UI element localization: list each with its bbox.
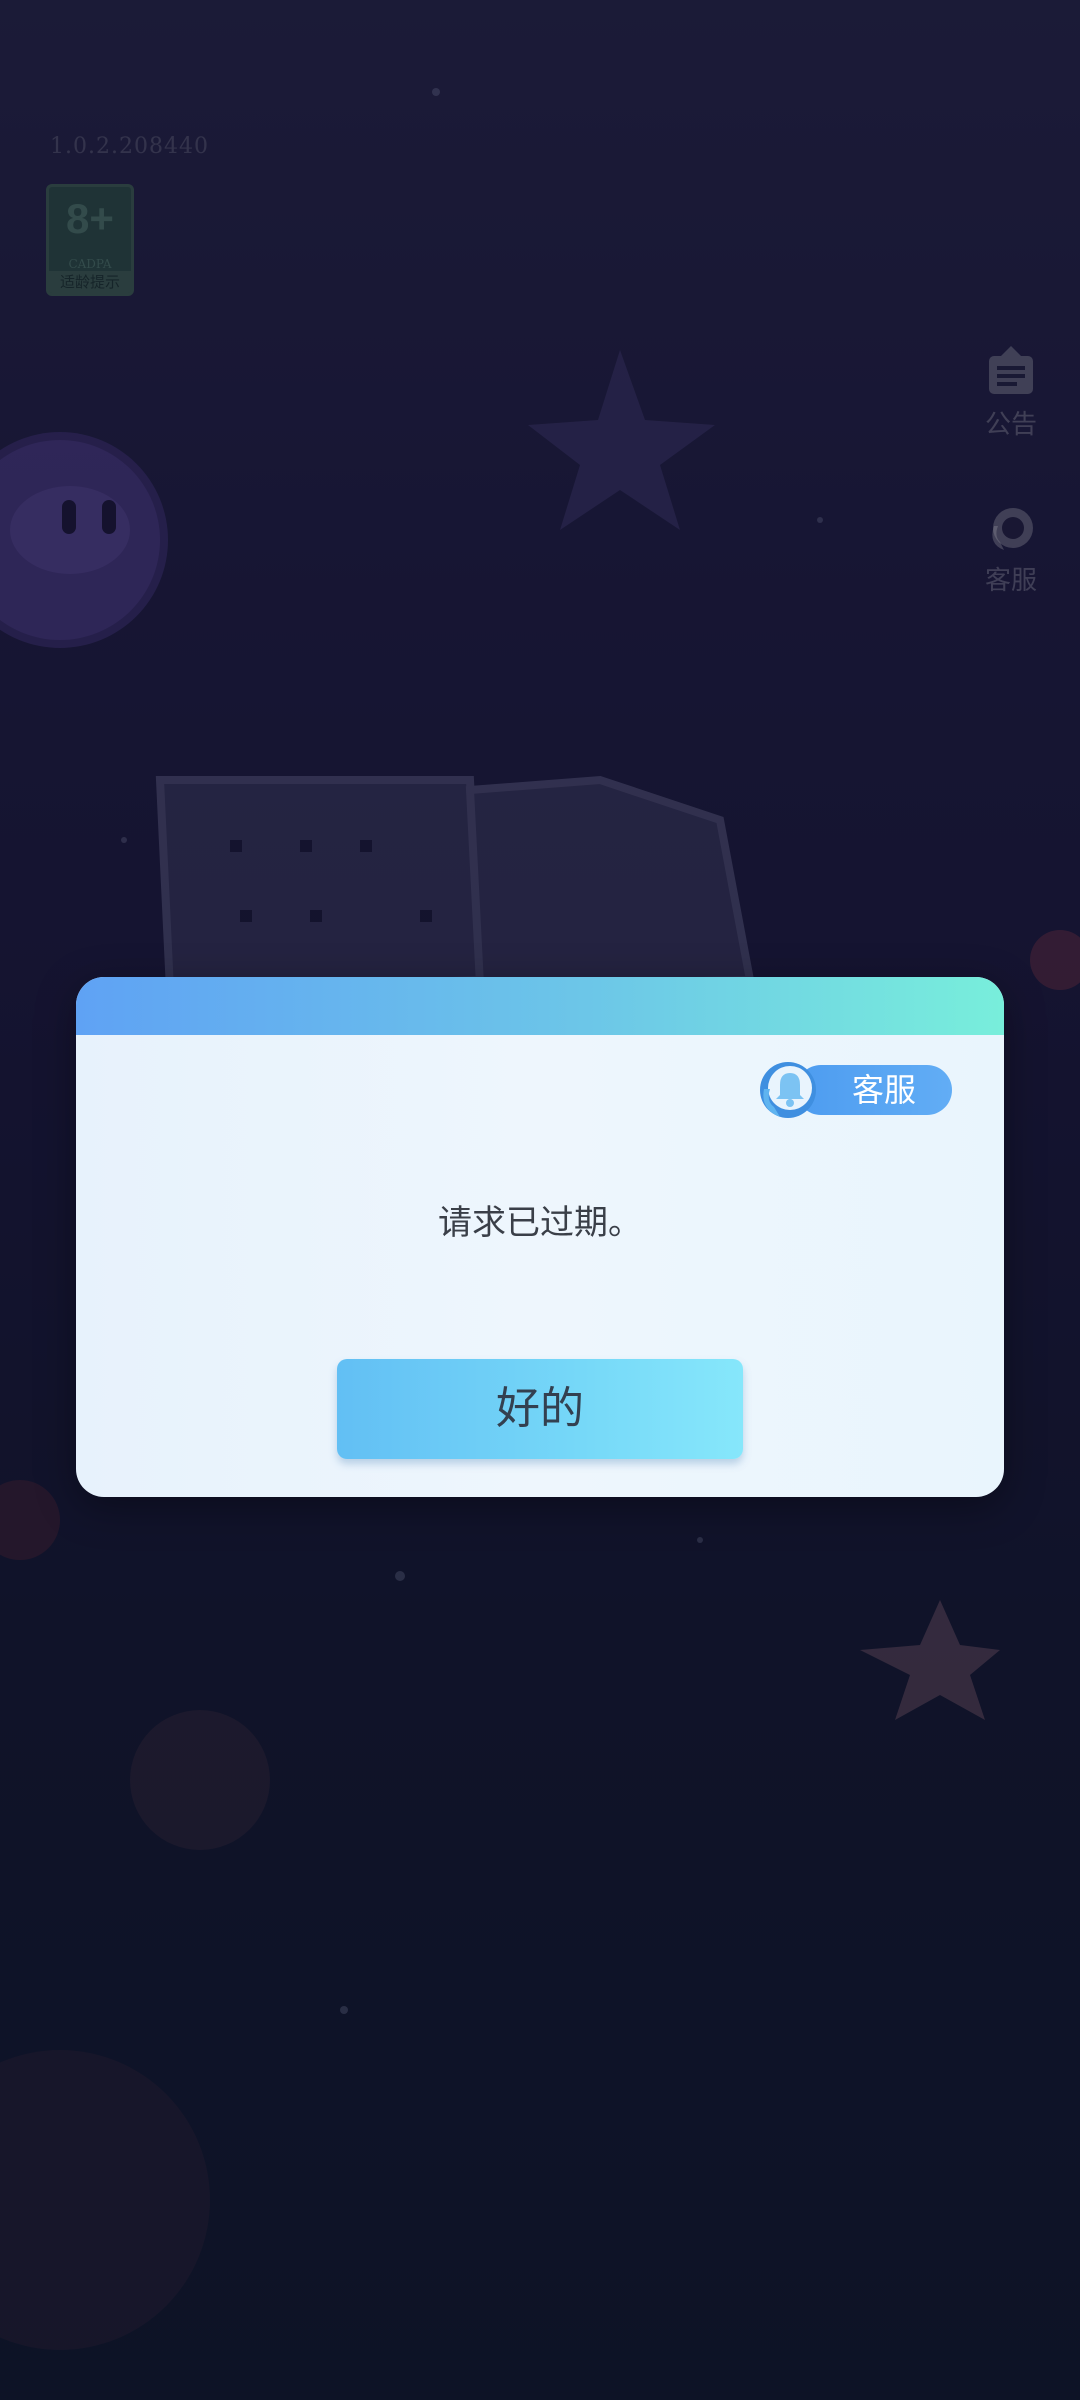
customer-service-button[interactable]: 客服	[754, 1061, 952, 1118]
service-button-label: 客服	[852, 1071, 917, 1109]
dialog-header	[76, 977, 1004, 1035]
service-bell-icon	[760, 1062, 816, 1118]
ok-button[interactable]: 好的	[337, 1359, 743, 1459]
error-dialog: 客服 请求已过期。 好的	[76, 977, 1004, 1497]
dialog-message: 请求已过期。	[438, 1203, 642, 1243]
game-login-screen: 1.0.2.208440 8+ CADPA 适龄提示 公告 客服 客服 请求已过…	[0, 0, 1080, 2400]
